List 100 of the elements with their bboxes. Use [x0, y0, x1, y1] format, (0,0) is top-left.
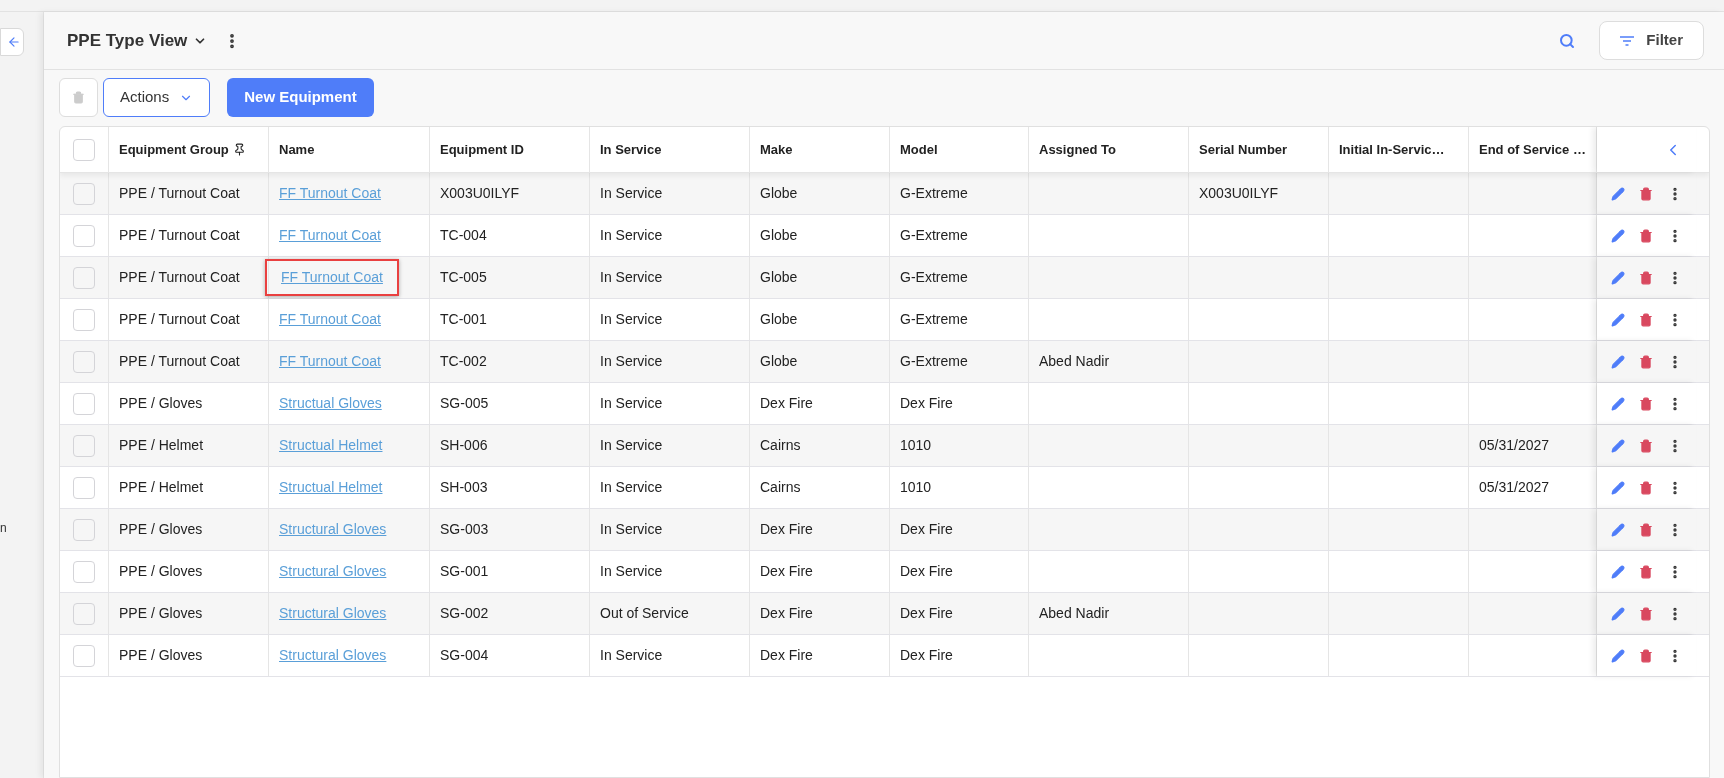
- table-cell-text: In Service: [600, 436, 663, 455]
- table-cell-text: TC-002: [440, 352, 487, 371]
- table-cell-text: Dex Fire: [760, 394, 813, 413]
- edit-icon[interactable]: [1610, 270, 1625, 285]
- table-cell-text: PPE / Turnout Coat: [119, 268, 240, 287]
- checkbox[interactable]: [73, 560, 95, 583]
- trash-icon[interactable]: [1638, 396, 1653, 411]
- edit-icon[interactable]: [1610, 648, 1625, 663]
- column-header[interactable]: Initial In-Servic…: [1339, 139, 1445, 160]
- view-selector[interactable]: PPE Type View: [67, 27, 208, 54]
- table-cell-text: PPE / Helmet: [119, 436, 204, 455]
- checkbox[interactable]: [73, 224, 95, 247]
- table-cell-text: PPE / Turnout Coat: [119, 226, 240, 245]
- table-cell-text: In Service: [600, 310, 663, 329]
- checkbox[interactable]: [73, 138, 95, 161]
- table-cell-text: Abed Nadir: [1039, 604, 1110, 623]
- table-cell-text: Out of Service: [600, 604, 689, 623]
- table-cell-text: 1010: [900, 436, 932, 455]
- trash-icon[interactable]: [1638, 606, 1653, 621]
- table-cell-text: In Service: [600, 184, 663, 203]
- column-header[interactable]: In Service: [600, 139, 662, 160]
- table-cell-text: Dex Fire: [900, 562, 953, 581]
- trash-icon[interactable]: [1638, 186, 1653, 201]
- table-cell-text: TC-001: [440, 310, 487, 329]
- table-cell-text: Dex Fire: [900, 604, 953, 623]
- table-cell-text: SH-006: [440, 436, 488, 455]
- table-cell-text: PPE / Turnout Coat: [119, 184, 240, 203]
- edit-icon[interactable]: [1610, 564, 1625, 579]
- trash-icon[interactable]: [1638, 648, 1653, 663]
- table-cell-text: G-Extreme: [900, 310, 968, 329]
- edit-icon[interactable]: [1610, 312, 1625, 327]
- table-cell-text: Dex Fire: [760, 562, 813, 581]
- table-cell-text: PPE / Turnout Coat: [119, 310, 240, 329]
- table-cell-text: Dex Fire: [760, 604, 813, 623]
- table-cell-text: In Service: [600, 352, 663, 371]
- edit-icon[interactable]: [1610, 228, 1625, 243]
- table-cell-text: Dex Fire: [900, 394, 953, 413]
- table-cell-text: 1010: [900, 478, 932, 497]
- actions-button[interactable]: Actions: [103, 78, 211, 117]
- column-header[interactable]: Equipment ID: [440, 139, 524, 160]
- edit-icon[interactable]: [1610, 396, 1625, 411]
- table-cell-text: 05/31/2027: [1479, 478, 1550, 497]
- checkbox[interactable]: [73, 434, 95, 457]
- filter-button[interactable]: Filter: [1599, 21, 1704, 60]
- edit-icon[interactable]: [1610, 522, 1625, 537]
- table-cell-text: 05/31/2027: [1479, 436, 1550, 455]
- trash-icon: [72, 91, 85, 104]
- table-cell-text: SG-004: [440, 646, 489, 665]
- checkbox[interactable]: [73, 602, 95, 625]
- trash-icon[interactable]: [1638, 354, 1653, 369]
- edit-icon[interactable]: [1610, 438, 1625, 453]
- edit-icon[interactable]: [1610, 606, 1625, 621]
- edit-icon[interactable]: [1610, 354, 1625, 369]
- table-cell-text: Globe: [760, 310, 798, 329]
- table-cell-text: SG-002: [440, 604, 489, 623]
- table-cell-text: Cairns: [760, 436, 801, 455]
- column-header[interactable]: Equipment Group: [119, 139, 229, 160]
- column-header[interactable]: Model: [900, 139, 938, 160]
- table-cell-text: G-Extreme: [900, 184, 968, 203]
- table-cell-text: G-Extreme: [900, 352, 968, 371]
- checkbox[interactable]: [73, 350, 95, 373]
- column-header[interactable]: Name: [279, 139, 315, 160]
- table-cell-text: Globe: [760, 268, 798, 287]
- checkbox[interactable]: [73, 266, 95, 289]
- table-cell-text: PPE / Gloves: [119, 562, 203, 581]
- column-header[interactable]: Assigned To: [1039, 139, 1117, 160]
- trash-icon[interactable]: [1638, 438, 1653, 453]
- column-header[interactable]: Make: [760, 139, 793, 160]
- table-cell-text: Dex Fire: [900, 646, 953, 665]
- table-cell-text: PPE / Gloves: [119, 646, 203, 665]
- table-cell-text: PPE / Turnout Coat: [119, 352, 240, 371]
- pin-icon[interactable]: [232, 143, 246, 156]
- column-header[interactable]: Serial Number: [1199, 139, 1288, 160]
- trash-icon[interactable]: [1638, 522, 1653, 537]
- filter-icon: [1620, 35, 1635, 46]
- trash-icon[interactable]: [1638, 270, 1653, 285]
- table-cell-text: PPE / Gloves: [119, 604, 203, 623]
- table-cell-text: Dex Fire: [760, 520, 813, 539]
- checkbox[interactable]: [73, 518, 95, 541]
- edit-icon[interactable]: [1610, 186, 1625, 201]
- checkbox[interactable]: [73, 644, 95, 667]
- table-cell-text: In Service: [600, 226, 663, 245]
- trash-icon[interactable]: [1638, 564, 1653, 579]
- table-cell-text: X003U0ILYF: [440, 184, 520, 203]
- table-cell-text: SG-003: [440, 520, 489, 539]
- search-icon[interactable]: [1559, 32, 1576, 49]
- sidebar-text: n: [0, 522, 8, 534]
- column-header[interactable]: End of Service …: [1479, 139, 1586, 160]
- table-cell-text: X003U0ILYF: [1199, 184, 1279, 203]
- checkbox[interactable]: [73, 476, 95, 499]
- checkbox[interactable]: [73, 392, 95, 415]
- edit-icon[interactable]: [1610, 480, 1625, 495]
- checkbox[interactable]: [73, 182, 95, 205]
- trash-icon[interactable]: [1638, 228, 1653, 243]
- checkbox[interactable]: [73, 308, 95, 331]
- trash-icon[interactable]: [1638, 312, 1653, 327]
- trash-icon[interactable]: [1638, 480, 1653, 495]
- new-equipment-button[interactable]: New Equipment: [227, 78, 374, 117]
- table-cell-text: In Service: [600, 520, 663, 539]
- table-cell-text: PPE / Helmet: [119, 478, 204, 497]
